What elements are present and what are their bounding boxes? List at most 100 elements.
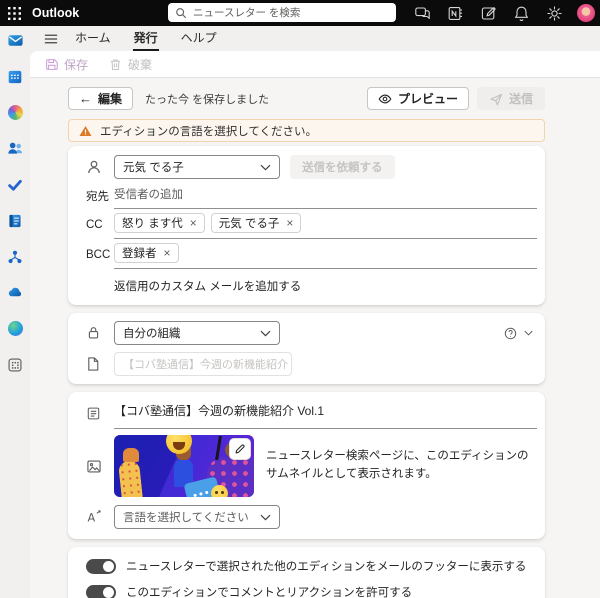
sender-dropdown-value: 元気 でる子 <box>123 159 184 175</box>
bcc-chip[interactable]: 登録者 × <box>114 243 179 263</box>
rail-item-mail[interactable] <box>4 32 26 49</box>
toggle-knob <box>103 587 114 598</box>
org-chart-icon <box>7 249 23 265</box>
app-title: Outlook <box>32 6 79 20</box>
rail-item-more-apps[interactable] <box>4 356 26 373</box>
edit-label: 編集 <box>98 90 122 107</box>
waffle-icon <box>8 7 21 20</box>
ribbon-tabs: ホーム 発行 ヘルプ <box>74 26 239 51</box>
bcc-recipients-input[interactable]: 登録者 × <box>114 241 537 269</box>
rail-item-calendar[interactable] <box>4 68 26 85</box>
cc-label: CC <box>86 219 114 231</box>
lock-icon <box>86 325 101 341</box>
request-send-button[interactable]: 送信を依頼する <box>290 155 395 179</box>
edition-title-input[interactable]: 【コバ塾通信】今週の新機能紹介 Vol.1 <box>114 398 537 429</box>
mail-icon <box>7 32 24 49</box>
svg-text:A: A <box>88 512 96 525</box>
chip-dismiss-icon[interactable]: × <box>286 217 293 229</box>
chat-button[interactable] <box>412 2 432 24</box>
back-arrow-icon: ← <box>79 92 92 105</box>
preview-button[interactable]: プレビュー <box>367 87 469 110</box>
thumb-art-smiley <box>211 485 228 497</box>
chip-dismiss-icon[interactable]: × <box>190 217 197 229</box>
rail-item-places[interactable] <box>4 320 26 337</box>
audience-dropdown-value: 自分の組織 <box>123 325 181 341</box>
chip-dismiss-icon[interactable]: × <box>164 247 171 259</box>
send-button[interactable]: 送信 <box>477 87 545 110</box>
onenote-feed-button[interactable] <box>445 2 465 24</box>
topbar: Outlook ニュースレター を検索 <box>0 0 600 26</box>
cc-chip[interactable]: 怒り ます代 × <box>114 213 205 233</box>
more-apps-icon <box>7 357 23 373</box>
help-button[interactable] <box>504 327 517 340</box>
warning-banner: エディションの言語を選択してください。 <box>68 119 545 142</box>
comments-reactions-toggle-label: このエディションでコメントとリアクションを許可する <box>126 584 412 598</box>
cc-chip[interactable]: 元気 でる子 × <box>211 213 302 233</box>
onedrive-cloud-icon <box>7 284 24 301</box>
settings-button[interactable] <box>544 2 564 24</box>
hamburger-icon <box>43 31 59 47</box>
tab-row: ホーム 発行 ヘルプ <box>30 26 600 51</box>
rail-item-journal[interactable] <box>4 212 26 229</box>
language-dropdown[interactable]: 言語を選択してください <box>114 505 280 529</box>
to-recipients-input[interactable]: 受信者の追加 <box>114 183 537 209</box>
comments-reactions-toggle[interactable] <box>86 585 116 598</box>
footer-editions-toggle-label: ニュースレターで選択された他のエディションをメールのフッターに表示する <box>126 558 526 574</box>
preview-label: プレビュー <box>398 90 458 107</box>
footer-editions-toggle[interactable] <box>86 559 116 574</box>
rail-item-people[interactable] <box>4 140 26 157</box>
rail-item-onedrive[interactable] <box>4 284 26 301</box>
warning-triangle-icon <box>79 125 92 137</box>
content-area: ← 編集 たった今 を保存しました プレビュー <box>30 78 600 598</box>
tab-publish[interactable]: 発行 <box>133 26 159 51</box>
thumbnail-hint-text: ニュースレター検索ページに、このエディションのサムネイルとして表示されます。 <box>266 448 537 484</box>
tab-help[interactable]: ヘルプ <box>180 26 218 51</box>
topbar-actions <box>412 2 600 24</box>
action-bar: ← 編集 たった今 を保存しました プレビュー <box>68 87 545 110</box>
article-icon <box>86 406 101 421</box>
chip-label: 怒り ます代 <box>122 215 183 231</box>
chevron-down-icon <box>260 514 271 521</box>
search-icon <box>175 7 187 19</box>
thumbnail-image[interactable] <box>114 435 254 497</box>
hamburger-menu-button[interactable] <box>40 26 62 51</box>
toolbar: 保存 破棄 <box>30 51 600 78</box>
discard-button[interactable]: 破棄 <box>108 56 152 73</box>
toggle-knob <box>103 561 114 572</box>
save-floppy-icon <box>44 57 59 72</box>
language-dropdown-placeholder: 言語を選択してください <box>123 509 249 525</box>
search-input[interactable]: ニュースレター を検索 <box>168 3 396 22</box>
main-panel: ホーム 発行 ヘルプ 保存 破棄 <box>30 26 600 598</box>
cc-recipients-input[interactable]: 怒り ます代 × 元気 でる子 × <box>114 211 537 239</box>
send-plane-icon <box>489 92 503 106</box>
audience-dropdown[interactable]: 自分の組織 <box>114 321 280 345</box>
sender-card: 元気 でる子 送信を依頼する 宛先 受信者の追加 <box>68 146 545 305</box>
gear-icon <box>546 5 563 22</box>
send-label: 送信 <box>509 90 533 107</box>
app-launcher-button[interactable] <box>0 0 28 26</box>
discard-label: 破棄 <box>128 56 152 73</box>
journal-icon <box>7 213 23 229</box>
help-question-icon <box>504 327 517 340</box>
rail-item-org-chart[interactable] <box>4 248 26 265</box>
places-sphere-icon <box>8 321 23 336</box>
tab-home[interactable]: ホーム <box>74 26 112 51</box>
chat-icon <box>414 5 431 22</box>
notes-button[interactable] <box>478 2 498 24</box>
sender-dropdown[interactable]: 元気 でる子 <box>114 155 280 179</box>
bell-icon <box>513 5 530 22</box>
newsletter-dropdown-disabled: 【コバ塾通信】今週の新機能紹介 <box>114 352 292 376</box>
rail-item-todo[interactable] <box>4 176 26 193</box>
calendar-icon <box>7 69 23 85</box>
help-expand-button[interactable] <box>524 330 533 336</box>
save-button[interactable]: 保存 <box>44 56 88 73</box>
add-custom-reply-link[interactable]: 返信用のカスタム メールを追加する <box>114 278 301 294</box>
notifications-button[interactable] <box>511 2 531 24</box>
help-group <box>504 327 537 340</box>
edit-thumbnail-button[interactable] <box>229 438 251 460</box>
eye-icon <box>378 93 392 105</box>
thumb-art-hand <box>123 448 139 462</box>
account-avatar[interactable] <box>577 4 595 22</box>
rail-item-copilot[interactable] <box>4 104 26 121</box>
edit-back-button[interactable]: ← 編集 <box>68 87 133 110</box>
